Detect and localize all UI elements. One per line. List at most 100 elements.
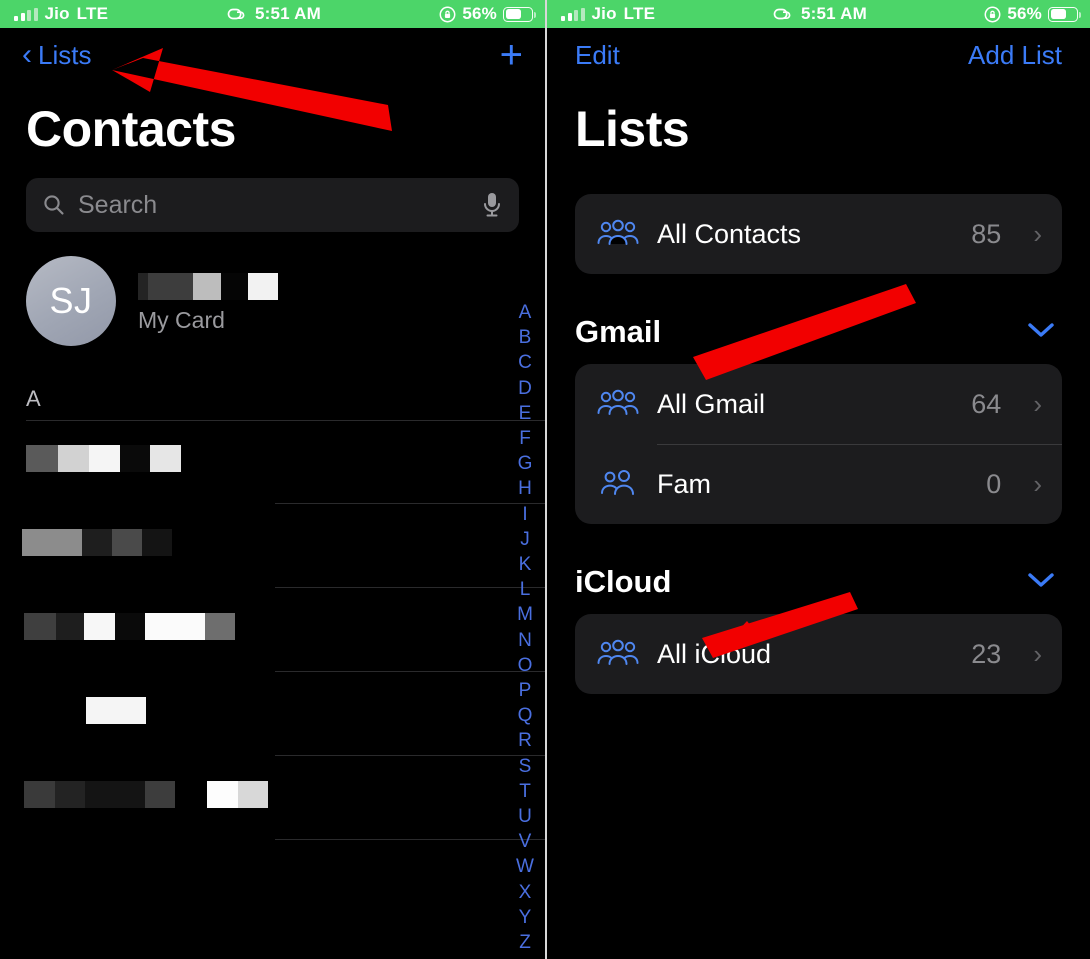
microphone-icon[interactable] xyxy=(481,191,503,219)
redacted-name xyxy=(138,272,278,300)
index-letter[interactable]: H xyxy=(518,476,532,501)
screen-recording-icon xyxy=(227,8,245,20)
battery-percent-label: 56% xyxy=(462,4,497,23)
rotation-lock-icon xyxy=(439,6,456,22)
group-three-people-icon xyxy=(597,639,639,665)
list-item-fam[interactable]: Fam 0 › xyxy=(575,444,1062,524)
status-bar-right: 56% xyxy=(984,4,1090,24)
table-row[interactable] xyxy=(0,756,545,840)
group-three-people-icon xyxy=(597,389,639,415)
index-letter[interactable]: J xyxy=(520,527,530,552)
rotation-lock-icon xyxy=(984,6,1001,22)
group-three-people-icon xyxy=(597,219,639,245)
chevron-down-icon[interactable] xyxy=(1026,321,1056,344)
signal-bars-icon xyxy=(14,7,38,21)
index-letter[interactable]: O xyxy=(518,653,533,678)
index-letter[interactable]: # xyxy=(520,955,531,959)
index-letter[interactable]: N xyxy=(518,628,532,653)
chevron-right-icon: › xyxy=(1033,638,1042,669)
chevron-right-icon: › xyxy=(1033,218,1042,249)
group-two-people-icon xyxy=(601,470,634,495)
status-bar-left: Jio LTE xyxy=(0,4,108,24)
index-letter[interactable]: D xyxy=(518,376,532,401)
network-type-label: LTE xyxy=(623,4,656,23)
redacted-contact-name xyxy=(24,613,235,640)
list-item-all-icloud[interactable]: All iCloud 23 › xyxy=(575,614,1062,694)
edit-button[interactable]: Edit xyxy=(575,40,620,71)
clock-label: 5:51 AM xyxy=(255,4,321,23)
index-letter[interactable]: S xyxy=(519,754,532,779)
index-letter[interactable]: A xyxy=(519,300,532,325)
list-item-all-gmail[interactable]: All Gmail 64 › xyxy=(575,364,1062,444)
status-bar: Jio LTE 5:51 AM 56% xyxy=(547,0,1090,28)
index-letter[interactable]: P xyxy=(519,678,532,703)
index-letter[interactable]: U xyxy=(518,804,532,829)
list-item-label: Fam xyxy=(657,468,711,499)
screen-recording-icon xyxy=(773,8,791,20)
list-item-all-contacts[interactable]: All Contacts 85 › xyxy=(575,194,1062,274)
table-row[interactable] xyxy=(0,672,545,756)
index-letter[interactable]: Q xyxy=(518,703,533,728)
index-letter[interactable]: K xyxy=(519,552,532,577)
list-item-count: 0 xyxy=(986,468,1002,499)
list-item-label: All iCloud xyxy=(657,638,772,669)
chevron-down-icon[interactable] xyxy=(1026,571,1056,594)
clock-label: 5:51 AM xyxy=(801,4,867,23)
my-card-row[interactable]: SJ My Card xyxy=(0,232,545,346)
index-letter[interactable]: M xyxy=(517,602,533,627)
section-header-icloud[interactable]: iCloud xyxy=(547,524,1090,600)
index-letter[interactable]: T xyxy=(519,779,531,804)
table-row[interactable] xyxy=(0,588,545,672)
all-contacts-group: All Contacts 85 › xyxy=(575,194,1062,274)
index-letter[interactable]: G xyxy=(518,451,533,476)
back-to-lists-button[interactable]: ‹ Lists xyxy=(22,40,91,71)
redacted-contact-name xyxy=(22,529,172,556)
battery-icon xyxy=(503,6,536,22)
search-placeholder: Search xyxy=(78,190,158,219)
chevron-right-icon: › xyxy=(1033,388,1042,419)
network-type-label: LTE xyxy=(76,4,109,23)
carrier-label: Jio xyxy=(44,4,70,23)
avatar: SJ xyxy=(26,256,116,346)
add-list-button[interactable]: Add List xyxy=(968,40,1062,71)
add-contact-button[interactable]: + xyxy=(500,35,523,75)
icloud-group: All iCloud 23 › xyxy=(575,614,1062,694)
index-letter[interactable]: W xyxy=(516,854,534,879)
table-row[interactable] xyxy=(0,420,545,504)
lists-screen: Jio LTE 5:51 AM 56% Edit Add List Lists … xyxy=(545,0,1090,959)
signal-bars-icon xyxy=(561,7,585,21)
status-bar-left: Jio LTE xyxy=(547,4,655,24)
dual-screenshot: Jio LTE 5:51 AM 56% ‹ Lists + Contacts S… xyxy=(0,0,1090,959)
index-letter[interactable]: I xyxy=(522,502,527,527)
index-letter[interactable]: L xyxy=(520,577,531,602)
index-letter[interactable]: F xyxy=(519,426,531,451)
index-letter[interactable]: E xyxy=(519,401,532,426)
index-letter[interactable]: V xyxy=(519,829,532,854)
index-letter[interactable]: Y xyxy=(519,905,532,930)
list-item-count: 85 xyxy=(971,218,1002,249)
battery-percent-label: 56% xyxy=(1007,4,1042,23)
redacted-contact-name xyxy=(86,697,146,724)
alphabet-index[interactable]: A B C D E F G H I J K L M N O P Q R S T … xyxy=(513,300,537,959)
chevron-right-icon: › xyxy=(1033,468,1042,499)
my-card-label: My Card xyxy=(138,306,225,333)
lists-navigation-bar: Edit Add List xyxy=(547,28,1090,82)
section-header-gmail[interactable]: Gmail xyxy=(547,274,1090,350)
section-title: Gmail xyxy=(575,314,662,349)
list-item-label: All Contacts xyxy=(657,218,802,249)
search-input[interactable]: Search xyxy=(26,178,519,232)
section-header-letter: A xyxy=(26,386,41,411)
list-item-count: 64 xyxy=(971,388,1002,419)
index-letter[interactable]: X xyxy=(519,880,532,905)
battery-icon xyxy=(1048,6,1081,22)
index-letter[interactable]: R xyxy=(518,728,532,753)
status-bar: Jio LTE 5:51 AM 56% xyxy=(0,0,545,28)
index-letter[interactable]: B xyxy=(519,325,532,350)
my-card-text: My Card xyxy=(138,269,278,334)
index-letter[interactable]: C xyxy=(518,350,532,375)
redacted-contact-name xyxy=(24,781,268,808)
lists-page-title: Lists xyxy=(575,101,690,157)
table-row[interactable] xyxy=(0,504,545,588)
section-title: iCloud xyxy=(575,564,672,599)
index-letter[interactable]: Z xyxy=(519,930,531,955)
